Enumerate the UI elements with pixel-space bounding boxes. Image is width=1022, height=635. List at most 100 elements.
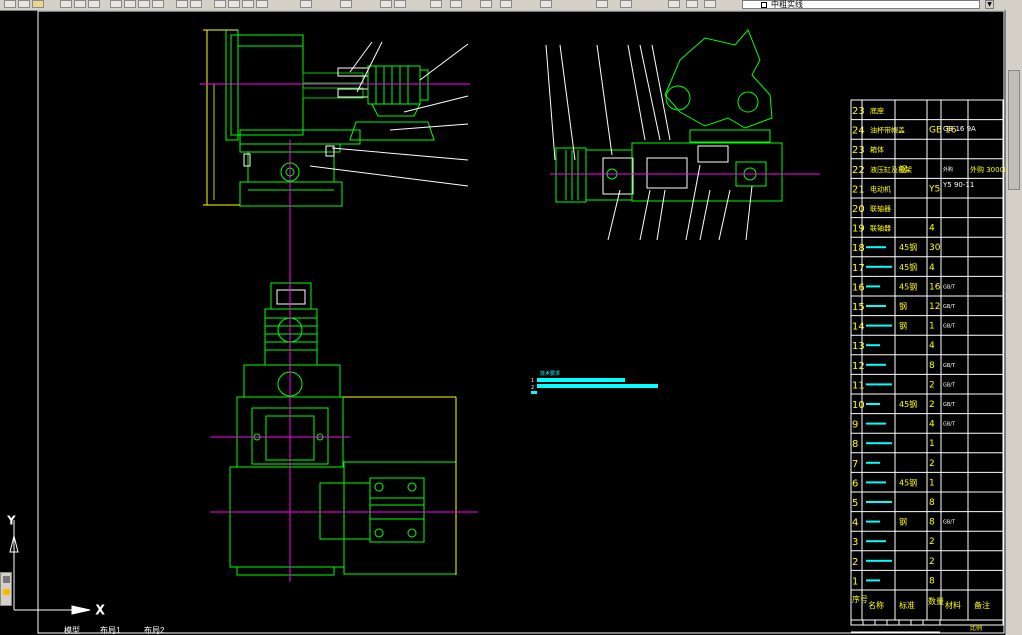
- scrollbar-thumb[interactable]: [1008, 70, 1020, 190]
- bom-row-note: GB/T: [943, 304, 956, 310]
- bom-row-note: 外购: [943, 166, 953, 173]
- calculator-icon[interactable]: [620, 0, 632, 8]
- copy-icon[interactable]: [124, 0, 136, 8]
- ucs-y-label: Y: [7, 514, 15, 527]
- bom-row-no: 22: [852, 165, 865, 176]
- drawing-canvas[interactable]: 技术要求 1 2 23 底座 24 油杯带帽盖 GB 16 23 箱体 22 液压缸及机架钢外购…: [0, 10, 1005, 635]
- save-icon[interactable]: [32, 0, 44, 8]
- layer-freeze-icon[interactable]: [704, 0, 716, 8]
- bom-row-name-mark: [866, 344, 880, 347]
- bom-row-qty: 1: [929, 478, 935, 488]
- tool-icon[interactable]: [3, 589, 10, 595]
- bom-row-no: 2: [852, 557, 858, 568]
- properties-icon[interactable]: [300, 0, 312, 8]
- bom-row-qty: 8: [929, 361, 935, 371]
- cut-icon[interactable]: [110, 0, 122, 8]
- bom-row-qty: 2: [929, 459, 935, 469]
- bom-row-name: 底座: [870, 106, 884, 115]
- bom-row-qty: 2: [929, 400, 935, 410]
- print-icon[interactable]: [60, 0, 72, 8]
- zoom-realtime-icon[interactable]: [228, 0, 240, 8]
- floating-toolbar[interactable]: [0, 572, 12, 606]
- bom-row-name-mark: [866, 265, 892, 268]
- bom-row-no: 10: [852, 400, 865, 411]
- bom-row-material: 45钢: [899, 399, 917, 409]
- bom-row-note: GB/T: [943, 363, 956, 369]
- tool-icon[interactable]: [3, 576, 10, 583]
- text-style-icon[interactable]: [430, 0, 442, 8]
- bom-row-material: 钢: [899, 164, 907, 174]
- zoom-previous-icon[interactable]: [256, 0, 268, 8]
- bom-row-no: 12: [852, 361, 865, 372]
- bom-row-note: GB/T: [943, 284, 956, 290]
- bom-row-no: 23: [852, 106, 865, 117]
- bom-row-name-mark: [866, 383, 892, 386]
- table-style-icon[interactable]: [480, 0, 492, 8]
- bom-row-note: GB/T: [943, 520, 956, 526]
- plan-view: [229, 282, 457, 576]
- tech-req-title: 技术要求: [540, 370, 560, 377]
- tab-model[interactable]: 模型: [60, 627, 84, 635]
- pan-icon[interactable]: [214, 0, 226, 8]
- publish-icon[interactable]: [88, 0, 100, 8]
- bom-row-material: 45钢: [899, 262, 917, 272]
- bom-row-no: 4: [852, 518, 858, 529]
- bom-row-no: 6: [852, 478, 858, 489]
- bom-row-qty: 16: [929, 282, 941, 292]
- paste-icon[interactable]: [138, 0, 150, 8]
- bom-row-name: 电动机: [870, 184, 891, 193]
- bom-row-no: 21: [852, 184, 865, 195]
- layer-dropdown[interactable]: 中粗实线: [742, 0, 980, 9]
- layer-icon[interactable]: [380, 0, 392, 8]
- bom-row-name-mark: [866, 520, 880, 523]
- bom-row-material: 45钢: [899, 477, 917, 487]
- layout-tabs: 模型 布局1 布局2: [0, 627, 280, 635]
- bom-table: 23 底座24 油杯带帽盖 GB 1623 箱体22 液压缸及机架钢 外购21 电动机 Y520…: [850, 99, 1005, 633]
- technical-requirements: 技术要求 1 2: [531, 370, 658, 394]
- layer-manager-icon[interactable]: [668, 0, 680, 8]
- bom-note-standard: GB 16 9A: [943, 125, 976, 133]
- new-icon[interactable]: [4, 0, 16, 8]
- bom-row-name-mark: [866, 461, 880, 464]
- layer-previous-icon[interactable]: [686, 0, 698, 8]
- bom-row-name-mark: [866, 559, 892, 562]
- bom-row-name: 联轴器: [870, 204, 891, 213]
- layer-state-icon[interactable]: [394, 0, 406, 8]
- tab-layout1[interactable]: 布局1: [96, 627, 124, 635]
- calc-icon[interactable]: [500, 0, 512, 8]
- bom-row-qty: 4: [929, 420, 935, 430]
- bom-header-name: 名称: [868, 600, 884, 610]
- bom-header-material: 材料: [945, 600, 961, 610]
- bom-header-note: 备注: [974, 600, 990, 610]
- chevron-down-icon[interactable]: ▼: [985, 0, 994, 9]
- bom-row-name-mark: [866, 481, 886, 484]
- cad-drawing: 技术要求 1 2 23 底座24 油杯带帽盖 GB 1623 箱体22 液压缸及机架钢 外购…: [7, 10, 1005, 634]
- design-center-icon[interactable]: [340, 0, 352, 8]
- ucs-icon: X Y: [7, 514, 105, 618]
- bom-row-no: 18: [852, 243, 865, 254]
- match-icon[interactable]: [152, 0, 164, 8]
- zoom-window-icon[interactable]: [242, 0, 254, 8]
- layer-name: 中粗实线: [771, 0, 803, 9]
- ucs-x-label: X: [96, 603, 104, 617]
- bom-note-motor: Y5 90-11: [942, 181, 974, 189]
- undo-icon[interactable]: [176, 0, 188, 8]
- vertical-scrollbar[interactable]: [1005, 10, 1022, 635]
- side-view: [550, 29, 820, 203]
- dim-style-icon[interactable]: [450, 0, 462, 8]
- bom-row-material: 钢: [899, 517, 907, 527]
- bom-row-no: 9: [852, 420, 858, 431]
- open-icon[interactable]: [18, 0, 30, 8]
- bom-row-name-mark: [866, 422, 886, 425]
- tab-layout2[interactable]: 布局2: [140, 627, 168, 635]
- tech-req-item-2: 2: [531, 385, 534, 391]
- help-icon[interactable]: [596, 0, 608, 8]
- bom-row-material: 45钢: [899, 281, 917, 291]
- bom-row-qty: 4: [929, 263, 935, 273]
- bom-row-qty: 2: [929, 380, 935, 390]
- redo-icon[interactable]: [190, 0, 202, 8]
- preview-icon[interactable]: [74, 0, 86, 8]
- bom-row-name: 油杯带帽盖: [870, 126, 905, 135]
- grid-icon[interactable]: [540, 0, 552, 8]
- bom-row-name-mark: [866, 403, 880, 405]
